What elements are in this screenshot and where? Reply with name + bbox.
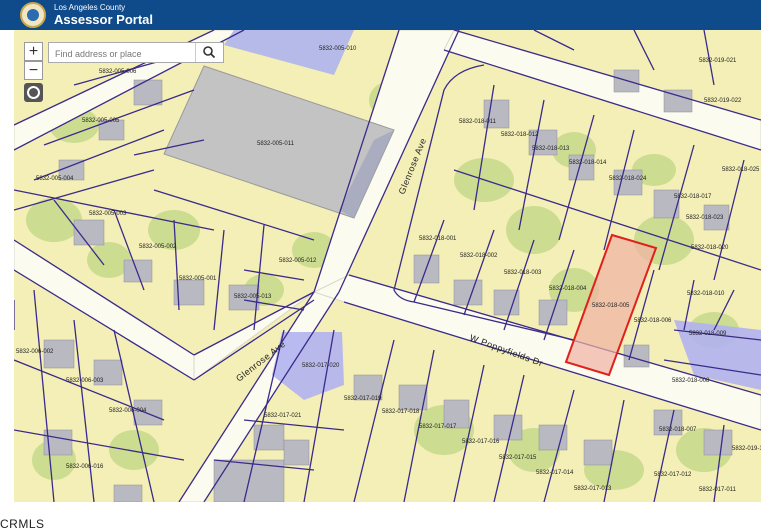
- parcel-label: 5832-017-015: [499, 455, 537, 461]
- zoom-in-button[interactable]: +: [24, 42, 43, 61]
- parcel-label: 5832-017-021: [264, 413, 302, 419]
- parcel-label: 5832-017-011: [699, 487, 737, 493]
- parcel-label: 5832-017-014: [536, 470, 574, 476]
- parcel-label: 5832-018-001: [419, 236, 457, 242]
- parcel-label: 5832-006-004: [109, 408, 147, 414]
- parcel-label: 5832-018-008: [672, 378, 710, 384]
- search-input[interactable]: [53, 44, 199, 63]
- parcel-label: 5832-018-017: [674, 194, 712, 200]
- parcel-label: 5832-005-001: [179, 276, 217, 282]
- parcel-label: 5832-018-010: [687, 291, 725, 297]
- parcel-label: 5832-018-004: [549, 286, 587, 292]
- parcel-label: 5832-005-010: [319, 46, 357, 52]
- parcel-label: 5832-006-016: [66, 464, 104, 470]
- parcel-label: 5832-019-021: [699, 58, 737, 64]
- parcel-label: 5832-018-024: [609, 176, 647, 182]
- search-box[interactable]: [48, 42, 224, 63]
- parcel-label: 5832-019-18: [732, 446, 761, 452]
- parcel-label: 5832-005-003: [89, 211, 127, 217]
- county-seal-icon: [20, 2, 46, 28]
- parcel-label: 5832-018-023: [686, 215, 724, 221]
- parcel-label: 5832-006-002: [16, 349, 54, 355]
- map-canvas[interactable]: Glenrose Ave Glenrose Ave W Poppyfields …: [14, 30, 761, 502]
- footer-watermark: CRMLS: [0, 517, 45, 531]
- parcel-label: 5832-018-014: [569, 160, 607, 166]
- locate-icon[interactable]: [24, 83, 43, 102]
- zoom-out-button[interactable]: −: [24, 61, 43, 80]
- agency-name: Los Angeles County: [54, 3, 126, 12]
- parcel-label: 5832-005-002: [139, 244, 177, 250]
- portal-title: Assessor Portal: [54, 12, 153, 27]
- parcel-label: 5832-017-018: [382, 409, 420, 415]
- parcel-label: 5832-018-025: [722, 167, 760, 173]
- search-button[interactable]: [195, 43, 223, 62]
- parcel-map[interactable]: Glenrose Ave Glenrose Ave W Poppyfields …: [14, 30, 761, 502]
- parcel-label: 5832-018-009: [689, 331, 727, 337]
- parcel-label: 5832-005-013: [234, 294, 272, 300]
- parcel-label: 5832-006-003: [66, 378, 104, 384]
- portal-header: Los Angeles County Assessor Portal: [0, 0, 761, 30]
- parcel-label: 5832-005-012: [279, 258, 317, 264]
- parcel-label: 5832-005-006: [99, 69, 137, 75]
- parcel-label: 5832-018-005: [592, 303, 630, 309]
- parcel-label: 5832-018-003: [504, 270, 542, 276]
- parcel-label: 5832-017-019: [344, 396, 382, 402]
- parcel-label: 5832-017-013: [574, 486, 612, 492]
- parcel-label: 5832-017-020: [302, 363, 340, 369]
- parcel-label: 5832-018-020: [691, 245, 729, 251]
- parcel-label: 5832-017-016: [462, 439, 500, 445]
- search-icon: [203, 46, 216, 59]
- parcel-label: 5832-017-017: [419, 424, 457, 430]
- parcel-label: 5832-018-002: [460, 253, 498, 259]
- parcel-label: 5832-005-004: [36, 176, 74, 182]
- parcel-label: 5832-018-006: [634, 318, 672, 324]
- parcel-label: 5832-018-007: [659, 427, 697, 433]
- parcel-label: 5832-019-022: [704, 98, 742, 104]
- parcel-label: 5832-018-013: [532, 146, 570, 152]
- parcel-label: 5832-005-011: [257, 141, 295, 147]
- parcel-label: 5832-005-005: [82, 118, 120, 124]
- parcel-label: 5832-018-012: [501, 132, 539, 138]
- parcel-label: 5832-017-012: [654, 472, 692, 478]
- parcel-label: 5832-018-011: [459, 119, 497, 125]
